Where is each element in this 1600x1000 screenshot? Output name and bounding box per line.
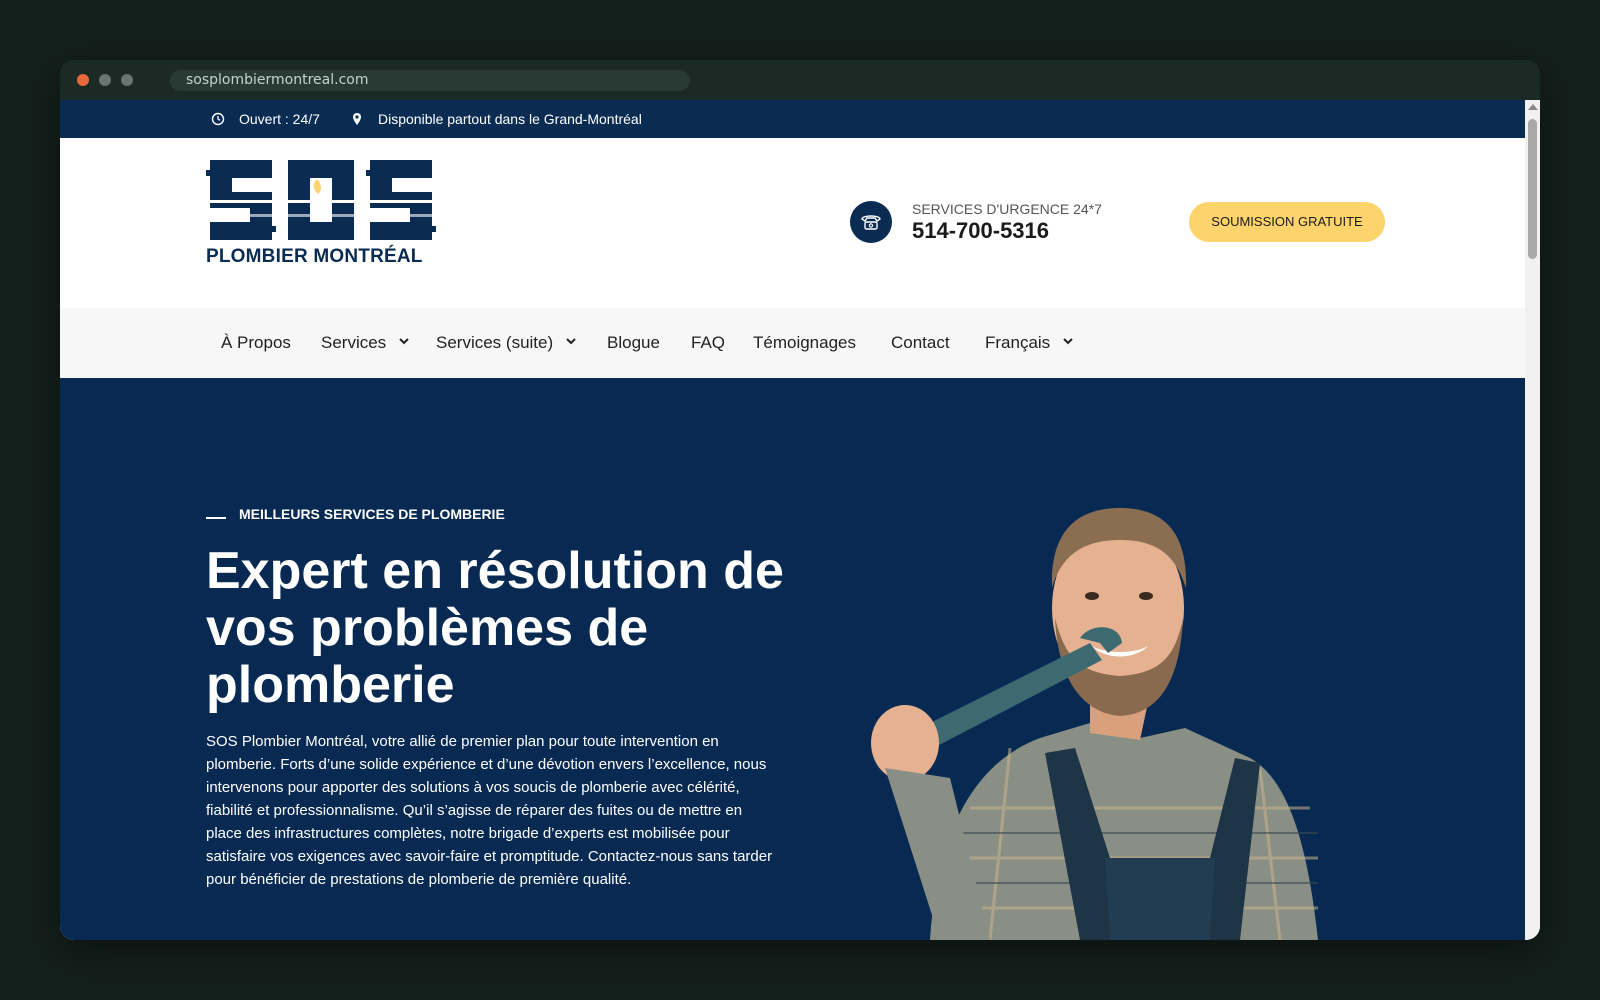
phone-label: SERVICES D'URGENCE 24*7 bbox=[912, 201, 1102, 217]
main-navigation: À Propos Services Services (suite) Blogu… bbox=[60, 308, 1525, 378]
logo-subtitle: PLOMBIER MONTRÉAL bbox=[206, 246, 423, 267]
nav-item-services-suite[interactable]: Services (suite) bbox=[436, 308, 576, 378]
phone-icon-circle[interactable] bbox=[850, 201, 892, 243]
page-scrollbar[interactable] bbox=[1525, 100, 1540, 940]
phone-number-link[interactable]: 514-700-5316 bbox=[912, 218, 1049, 244]
phone-icon bbox=[861, 215, 881, 230]
nav-item-blogue[interactable]: Blogue bbox=[607, 308, 660, 378]
hero-eyebrow: MEILLEURS SERVICES DE PLOMBERIE bbox=[239, 506, 505, 522]
scroll-up-arrow-icon[interactable] bbox=[1528, 104, 1538, 110]
top-info-bar: Ouvert : 24/7 Disponible partout dans le… bbox=[60, 100, 1525, 138]
plumber-photo bbox=[871, 508, 1318, 940]
close-window-button[interactable] bbox=[77, 74, 89, 86]
address-bar[interactable]: sosplombiermontreal.com bbox=[170, 70, 690, 91]
browser-window: sosplombiermontreal.com Ouvert : 24/7 Di… bbox=[60, 60, 1540, 940]
nav-item-faq[interactable]: FAQ bbox=[691, 308, 725, 378]
nav-item-label: Français bbox=[985, 333, 1051, 352]
chevron-down-icon bbox=[566, 338, 576, 345]
nav-item-temoignages[interactable]: Témoignages bbox=[753, 308, 856, 378]
nav-item-a-propos[interactable]: À Propos bbox=[221, 308, 291, 378]
nav-item-label: Blogue bbox=[607, 333, 660, 352]
site-header: PLOMBIER MONTRÉAL SERVICES D'URGENCE 24*… bbox=[60, 138, 1525, 308]
area-text: Disponible partout dans le Grand-Montréa… bbox=[378, 111, 642, 127]
nav-item-label: Services (suite) bbox=[436, 333, 554, 352]
chevron-down-icon bbox=[399, 338, 409, 345]
nav-item-label: Témoignages bbox=[753, 333, 857, 352]
browser-viewport: Ouvert : 24/7 Disponible partout dans le… bbox=[60, 100, 1540, 940]
free-quote-button[interactable]: SOUMISSION GRATUITE bbox=[1189, 202, 1385, 242]
hero-description: SOS Plombier Montréal, votre allié de pr… bbox=[206, 733, 773, 888]
clock-icon bbox=[211, 112, 225, 126]
location-pin-icon bbox=[353, 113, 361, 125]
nav-item-label: Services bbox=[321, 333, 387, 352]
eyebrow-divider bbox=[206, 517, 226, 519]
maximize-window-button[interactable] bbox=[121, 74, 133, 86]
chevron-down-icon bbox=[1063, 338, 1073, 345]
nav-item-contact[interactable]: Contact bbox=[891, 308, 950, 378]
sos-logo-mark bbox=[206, 160, 438, 240]
web-page: Ouvert : 24/7 Disponible partout dans le… bbox=[60, 100, 1525, 940]
hero-section: MEILLEURS SERVICES DE PLOMBERIE Expert e… bbox=[60, 378, 1525, 940]
scrollbar-thumb[interactable] bbox=[1528, 119, 1537, 259]
nav-item-label: À Propos bbox=[221, 333, 291, 352]
site-logo[interactable]: PLOMBIER MONTRÉAL bbox=[206, 156, 438, 268]
nav-item-label: FAQ bbox=[691, 333, 726, 352]
hours-text: Ouvert : 24/7 bbox=[239, 111, 320, 127]
nav-item-services[interactable]: Services bbox=[321, 308, 409, 378]
browser-titlebar: sosplombiermontreal.com bbox=[60, 60, 1540, 100]
hero-title: Expert en résolution de vos problèmes de… bbox=[206, 542, 784, 714]
nav-item-language[interactable]: Français bbox=[985, 308, 1073, 378]
minimize-window-button[interactable] bbox=[99, 74, 111, 86]
nav-item-label: Contact bbox=[891, 333, 950, 352]
